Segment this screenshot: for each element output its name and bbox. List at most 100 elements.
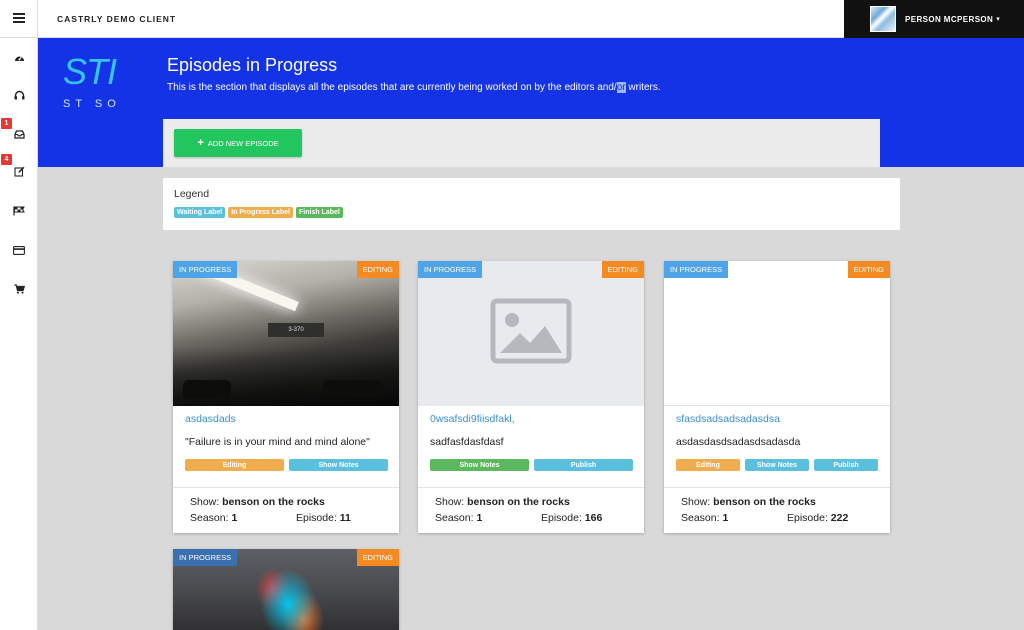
episode-actions: Show Notes Publish [430,459,633,471]
season-line: Season: 1 [435,512,482,524]
legend-title: Legend [174,188,210,200]
action-panel: + ADD NEW EPISODE [163,119,880,167]
episode-thumbnail: IN PROGRESS EDITING [664,261,890,406]
episode-actions: Editing Show Notes [185,459,388,471]
episode-label: Episode: [787,512,828,524]
show-line: Show: benson on the rocks [435,496,570,508]
show-line: Show: benson on the rocks [190,496,325,508]
episode-thumbnail: 3-370 IN PROGRESS EDITING [173,261,399,406]
top-bar: CASTRLY DEMO CLIENT PERSON MCPERSON ▾ [0,0,1024,38]
user-name: PERSON MCPERSON [905,14,994,24]
episode-thumbnail: IN PROGRESS EDITING [173,549,399,630]
plus-icon: + [197,137,204,149]
page-description: This is the section that displays all th… [167,82,661,93]
app-title: CASTRLY DEMO CLIENT [57,14,177,24]
stage-tag: EDITING [847,261,890,278]
caret-down-icon: ▾ [996,16,1000,23]
avatar [870,6,896,32]
publish-button[interactable]: Publish [534,459,633,471]
season-line: Season: 1 [190,512,237,524]
episode-actions: Editing Show Notes Publish [676,459,878,471]
season-value: 1 [231,512,238,524]
sidebar-item-flag[interactable] [0,202,38,222]
credit-card-icon [13,242,25,260]
legend-label-in-progress: In Progress Label [228,207,293,218]
episode-card[interactable]: 3-370 IN PROGRESS EDITING asdasdads "Fai… [173,261,399,533]
episode-label: Episode: [541,512,582,524]
show-notes-button[interactable]: Show Notes [289,459,388,471]
headphones-icon [14,87,25,105]
car-silhouette [183,380,231,398]
season-label: Season: [190,512,229,524]
brand-logo: STI ST SO [63,52,123,114]
stage-tag: EDITING [356,261,399,278]
season-line: Season: 1 [681,512,728,524]
episode-title-link[interactable]: 0wsafsdi9fiisdfakl, [430,413,515,425]
stage-tag: EDITING [601,261,644,278]
show-line: Show: benson on the rocks [681,496,816,508]
sidebar: 1 4 [0,38,38,630]
episode-description: "Failure is in your mind and mind alone" [185,436,370,448]
add-episode-label: ADD NEW EPISODE [207,138,279,148]
episode-meta: Show: benson on the rocks Season: 1 Epis… [173,487,399,533]
episode-title-link[interactable]: asdasdads [185,413,236,425]
season-label: Season: [435,512,474,524]
legend-label-waiting: Waiting Label [174,207,226,218]
add-episode-button[interactable]: + ADD NEW EPISODE [174,129,302,157]
show-name: benson on the rocks [222,496,325,508]
car-silhouette [323,380,383,398]
status-tag: IN PROGRESS [418,261,483,278]
episode-line: Episode: 11 [296,512,351,524]
sidebar-item-edit[interactable] [0,163,38,183]
episode-number: 11 [339,512,351,524]
episode-title-link[interactable]: sfasdsadsadsadasdsa [676,413,780,425]
sidebar-item-store[interactable] [0,280,38,300]
episode-meta: Show: benson on the rocks Season: 1 Epis… [664,487,890,533]
description-highlight: or [616,82,626,93]
episode-meta: Show: benson on the rocks Season: 1 Epis… [418,487,644,533]
sidebar-item-dashboard[interactable] [0,48,38,68]
season-value: 1 [722,512,729,524]
sidebar-item-billing[interactable] [0,241,38,261]
description-text-end: writers. [625,82,661,93]
show-label: Show: [435,496,465,508]
episode-card[interactable]: IN PROGRESS EDITING sfasdsadsadsadasdsa … [664,261,890,533]
cart-icon [14,281,25,299]
user-menu-button[interactable]: PERSON MCPERSON ▾ [844,0,1024,38]
status-tag: IN PROGRESS [664,261,729,278]
episode-number: 222 [830,512,849,524]
status-tag: IN PROGRESS [173,261,238,278]
parking-sign: 3-370 [268,323,324,337]
image-placeholder-icon [490,298,572,369]
episode-card[interactable]: IN PROGRESS EDITING [173,549,399,630]
stage-tag: EDITING [356,549,399,566]
description-text: This is the section that displays all th… [167,82,617,93]
flag-icon [13,203,25,221]
page-title: Episodes in Progress [167,55,338,75]
episode-description: asdasdasdsadasdsadasda [676,436,801,448]
publish-button[interactable]: Publish [814,459,878,471]
edit-icon [13,164,25,182]
episode-card[interactable]: IN PROGRESS EDITING 0wsafsdi9fiisdfakl, … [418,261,644,533]
season-label: Season: [681,512,720,524]
editing-button[interactable]: Editing [676,459,740,471]
show-name: benson on the rocks [467,496,570,508]
show-notes-button[interactable]: Show Notes [430,459,529,471]
episode-description: sadfasfdasfdasf [430,436,504,448]
episode-photo: 3-370 [173,261,399,406]
sidebar-item-inbox[interactable] [0,125,38,145]
sidebar-item-podcasts[interactable] [0,86,38,106]
logo-subtext: ST SO [63,98,121,110]
show-name: benson on the rocks [713,496,816,508]
status-tag: IN PROGRESS [173,549,238,566]
season-value: 1 [476,512,483,524]
episode-number: 166 [584,512,603,524]
legend-label-finish: Finish Label [296,207,343,218]
show-notes-button[interactable]: Show Notes [745,459,809,471]
menu-toggle-button[interactable] [0,0,38,38]
editing-button[interactable]: Editing [185,459,284,471]
inbox-icon [13,126,25,144]
show-label: Show: [681,496,711,508]
hamburger-icon [12,10,25,28]
legend-panel: Legend Waiting Label In Progress Label F… [163,178,900,230]
